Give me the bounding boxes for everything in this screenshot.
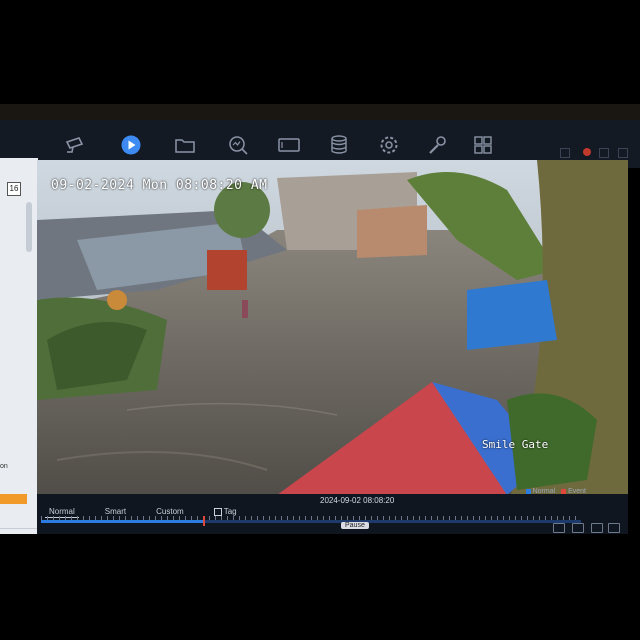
tag-label: Tag — [223, 507, 237, 516]
divider — [0, 528, 38, 529]
monitor-bezel — [0, 104, 640, 120]
osd-timestamp: 09-02-2024 Mon 08:08:20 AM — [51, 178, 268, 193]
channel-badge[interactable]: 16 — [7, 182, 21, 196]
settings-icon[interactable] — [376, 134, 402, 156]
timeline-track[interactable] — [41, 520, 581, 523]
camera-icon[interactable] — [62, 134, 88, 156]
legend-event-swatch — [561, 488, 567, 494]
timeline-progress — [41, 520, 203, 523]
snapshot-icon[interactable] — [572, 523, 584, 533]
grid-icon[interactable] — [470, 134, 496, 156]
video-frame — [37, 160, 628, 506]
power-icon[interactable] — [618, 148, 628, 158]
audio-icon[interactable] — [591, 523, 603, 533]
left-sidebar: 16 on › F S 6 7 13 14 20 21 27 28 — [0, 158, 38, 534]
playback-timestamp: 2024-09-02 08:08:20 — [320, 496, 395, 505]
playback-video[interactable]: 09-02-2024 Mon 08:08:20 AM Smile Gate — [37, 160, 628, 506]
timeline-legend: Normal Event — [522, 488, 586, 495]
sidebar-label-fragment: on — [0, 463, 8, 470]
osd-camera-name: Smile Gate — [482, 438, 549, 451]
selected-item-highlight[interactable] — [0, 494, 27, 504]
user-icon[interactable] — [599, 148, 609, 158]
search-analytics-icon[interactable] — [225, 134, 251, 156]
folder-icon[interactable] — [172, 134, 198, 156]
download-icon[interactable] — [560, 148, 570, 158]
playback-bar: Normal Event 2024-09-02 08:08:20 Normal … — [37, 488, 628, 534]
clip-icon[interactable] — [553, 523, 565, 533]
maintenance-icon[interactable] — [424, 134, 450, 156]
storage-icon[interactable] — [326, 134, 352, 156]
legend-normal-swatch — [525, 488, 531, 494]
legend-event-label: Event — [568, 488, 586, 495]
playback-icon[interactable] — [118, 134, 144, 156]
fullscreen-icon[interactable] — [608, 523, 620, 533]
alarm-icon[interactable] — [583, 148, 591, 156]
legend-normal-label: Normal — [532, 488, 556, 495]
pause-button[interactable]: Pause — [341, 522, 369, 529]
tag-checkbox[interactable] — [213, 507, 222, 516]
sidebar-scrollbar[interactable] — [26, 202, 32, 252]
display-icon[interactable] — [276, 134, 302, 156]
timeline-cursor[interactable] — [203, 516, 205, 526]
